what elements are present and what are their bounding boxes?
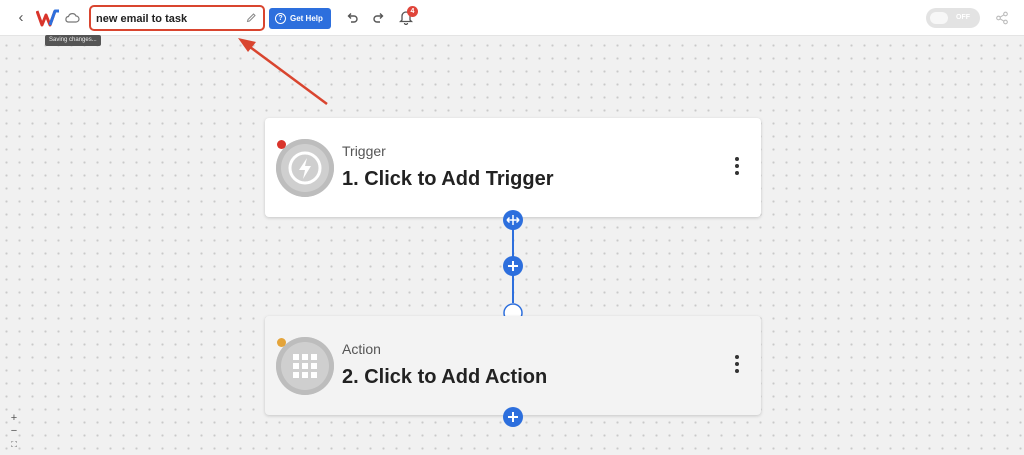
workflow-toggle[interactable]: OFF [926,8,980,28]
trigger-kind-label: Trigger [342,143,386,159]
back-chevron-icon[interactable]: ‹ [14,10,28,26]
pencil-icon[interactable] [246,12,257,23]
top-bar: ‹ ? Get Help [0,0,1024,36]
zoom-in-button[interactable]: + [6,412,22,425]
add-step-plus-icon[interactable] [502,255,524,277]
action-icon-circle [276,337,334,395]
action-step-card[interactable]: Action 2. Click to Add Action [265,316,761,415]
toggle-knob [930,12,948,24]
trigger-status-dot [277,140,286,149]
trigger-step-card[interactable]: Trigger 1. Click to Add Trigger [265,118,761,217]
action-kind-label: Action [342,341,381,357]
app-logo-icon[interactable] [36,9,60,27]
workflow-name-input[interactable] [96,10,241,27]
get-help-label: Get Help [290,14,323,23]
toggle-label: OFF [956,14,970,21]
expand-collapse-icon[interactable] [502,209,524,231]
action-title[interactable]: 2. Click to Add Action [342,366,547,389]
notification-count-badge[interactable]: 4 [407,6,418,17]
redo-icon[interactable] [372,11,386,25]
action-status-dot [277,338,286,347]
bolt-icon [288,151,322,185]
workflow-name-box[interactable] [89,5,265,31]
cloud-icon [65,13,80,23]
undo-icon[interactable] [345,11,359,25]
zoom-controls: + − ⛶ [6,412,22,452]
fit-view-button[interactable]: ⛶ [6,438,22,451]
help-icon: ? [275,13,286,24]
trigger-title[interactable]: 1. Click to Add Trigger [342,168,554,191]
action-kebab-menu-icon[interactable] [733,355,741,375]
share-icon[interactable] [995,11,1009,25]
saving-status-tooltip: Saving changes... [45,35,101,46]
grid-icon [293,354,317,378]
trigger-kebab-menu-icon[interactable] [733,157,741,177]
add-step-below-plus-icon[interactable] [502,406,524,428]
zoom-out-button[interactable]: − [6,425,22,438]
trigger-icon-circle [276,139,334,197]
get-help-button[interactable]: ? Get Help [269,8,331,29]
